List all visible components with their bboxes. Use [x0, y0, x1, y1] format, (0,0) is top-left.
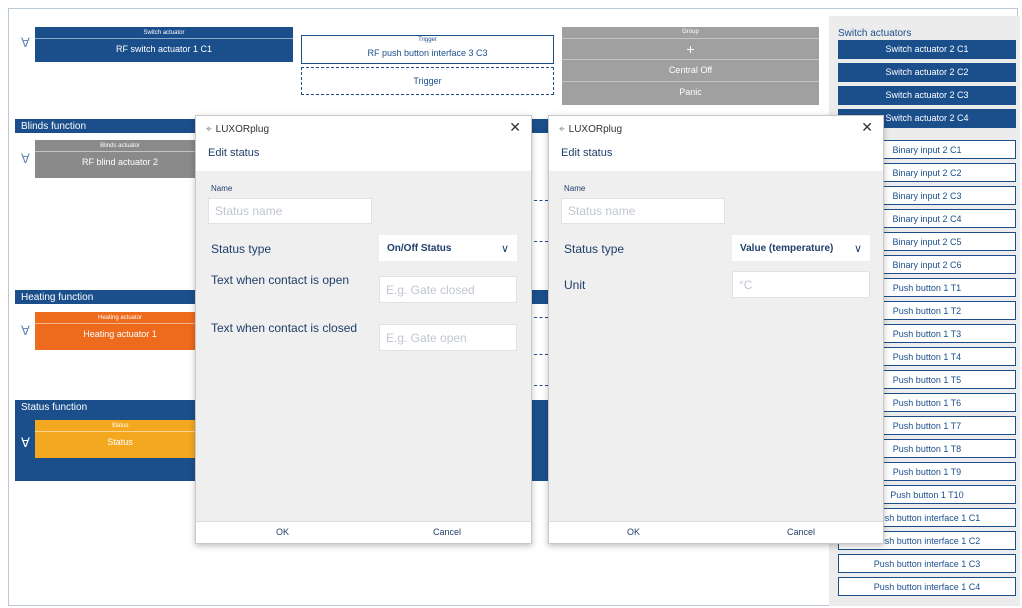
cancel-button[interactable]: Cancel [433, 527, 461, 537]
heating-actuator-block[interactable]: Heating actuator Heating actuator 1 [35, 312, 205, 350]
edit-status-dialog-temperature: ⌖ LUXORplug ✕ Edit status Name Status na… [548, 115, 884, 544]
status-type-label: Status type [211, 242, 272, 256]
block-header: Trigger [418, 37, 437, 43]
blinds-actuator-block[interactable]: Blinds actuator RF blind actuator 2 [35, 140, 205, 178]
status-type-value: Value (temperature) [740, 242, 834, 254]
app-title: LUXORplug [568, 124, 622, 135]
block-header: Blinds actuator [35, 140, 205, 152]
dialog-subtitle: Edit status [208, 147, 260, 159]
sidebar-item-input[interactable]: Push button interface 1 C3 [838, 554, 1016, 573]
sidebar-item-switch-actuator[interactable]: Switch actuator 2 C2 [838, 63, 1016, 82]
app-title: LUXORplug [215, 124, 269, 135]
name-label: Name [564, 184, 586, 193]
block-label: Heating actuator 1 [83, 329, 157, 339]
closed-text-input[interactable]: E.g. Gate open [379, 324, 517, 351]
block-label: RF blind actuator 2 [81, 157, 159, 167]
group-item[interactable]: Central Off [562, 60, 819, 82]
lock-icon[interactable]: ∀ [21, 436, 30, 449]
edit-status-dialog-onoff: ⌖ LUXORplug ✕ Edit status Name Status na… [195, 115, 532, 544]
status-name-input[interactable]: Status name [208, 198, 372, 224]
app-logo-icon: ⌖ [559, 124, 565, 135]
sidebar-item-switch-actuator[interactable]: Switch actuator 2 C3 [838, 86, 1016, 105]
status-type-value: On/Off Status [387, 242, 452, 254]
dialog-footer: OK Cancel [196, 521, 531, 543]
dialog-header: ⌖ LUXORplug ✕ Edit status [196, 116, 531, 171]
group-block[interactable]: Group + Central Off Panic [562, 27, 819, 105]
dialog-title: ⌖ LUXORplug [559, 124, 622, 135]
trigger-drop-slot[interactable]: Trigger [301, 67, 554, 95]
switch-actuator-block[interactable]: Switch actuator RF switch actuator 1 C1 [35, 27, 293, 62]
block-header: Status [35, 420, 205, 432]
open-text-label: Text when contact is open [211, 273, 350, 287]
block-label: RF switch actuator 1 C1 [115, 44, 213, 54]
dialog-subtitle: Edit status [561, 147, 613, 159]
connector-line [534, 461, 548, 462]
sidebar-item-switch-actuator[interactable]: Switch actuator 2 C1 [838, 40, 1016, 59]
sidebar-item-input[interactable]: Push button interface 1 C4 [838, 577, 1016, 596]
sidebar-title: Switch actuators [838, 28, 912, 39]
connector-line [534, 200, 548, 201]
dialog-title: ⌖ LUXORplug [206, 124, 269, 135]
lock-icon[interactable]: ∀ [21, 324, 30, 337]
status-type-select[interactable]: On/Off Status ∨ [379, 235, 517, 261]
open-text-input[interactable]: E.g. Gate closed [379, 276, 517, 303]
block-label: RF push button interface 3 C3 [367, 48, 488, 58]
block-header: Group [562, 27, 819, 39]
ok-button[interactable]: OK [627, 527, 640, 537]
connector-line [534, 241, 548, 242]
close-icon[interactable]: ✕ [861, 119, 873, 136]
connector-line [534, 354, 548, 355]
connector-line [534, 317, 548, 318]
add-icon[interactable]: + [562, 39, 819, 60]
app-logo-icon: ⌖ [206, 124, 212, 135]
block-header: Heating actuator [35, 312, 205, 324]
dialog-footer: OK Cancel [549, 521, 883, 543]
block-label: Status [107, 437, 133, 447]
status-type-select[interactable]: Value (temperature) ∨ [732, 235, 870, 261]
chevron-down-icon: ∨ [500, 242, 509, 255]
ok-button[interactable]: OK [276, 527, 289, 537]
status-block[interactable]: Status Status [35, 420, 205, 458]
block-header: Switch actuator [35, 27, 293, 39]
connector-line [534, 422, 548, 423]
unit-label: Unit [564, 278, 586, 292]
status-name-input[interactable]: Status name [561, 198, 725, 224]
trigger-block[interactable]: Trigger RF push button interface 3 C3 [301, 35, 554, 64]
chevron-down-icon: ∨ [853, 242, 862, 255]
dialog-header: ⌖ LUXORplug ✕ Edit status [549, 116, 883, 171]
group-item[interactable]: Panic [562, 82, 819, 103]
close-icon[interactable]: ✕ [509, 119, 521, 136]
status-type-label: Status type [564, 242, 625, 256]
lock-icon[interactable]: ∀ [21, 36, 30, 49]
connector-line [534, 385, 548, 386]
lock-icon[interactable]: ∀ [21, 152, 30, 165]
closed-text-label: Text when contact is closed [211, 321, 358, 335]
cancel-button[interactable]: Cancel [787, 527, 815, 537]
name-label: Name [211, 184, 233, 193]
unit-input[interactable]: °C [732, 271, 870, 298]
